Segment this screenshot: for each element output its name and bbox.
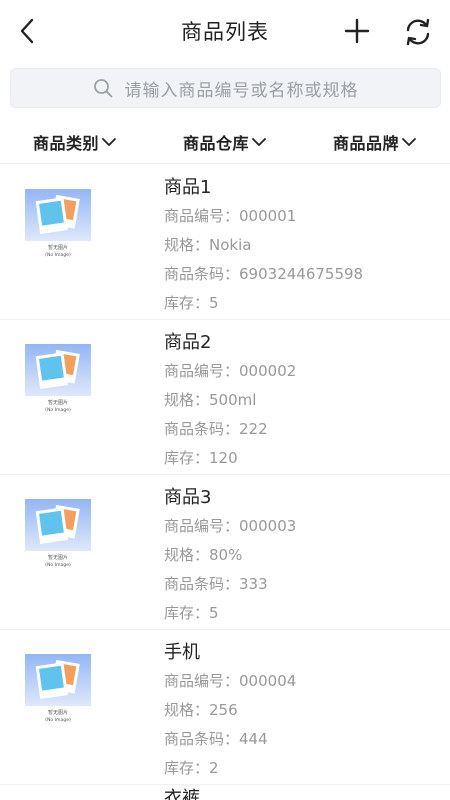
product-barcode-row: 商品条码：6903244675598 [164, 260, 363, 289]
product-stock: 5 [209, 294, 219, 312]
product-stock-row: 库存：5 [164, 289, 363, 318]
field-label: 商品编号： [164, 362, 240, 380]
filter-label: 商品仓库 [182, 134, 249, 153]
filter-category[interactable]: 商品类别 [0, 122, 150, 162]
product-barcode: 333 [239, 575, 268, 593]
no-image-label-cn: 暂无图片 [48, 709, 68, 716]
no-image-label-en: (No Image) [45, 562, 71, 568]
product-name: 商品2 [164, 332, 212, 353]
chevron-down-icon [402, 138, 416, 146]
chevron-down-icon [102, 138, 116, 146]
field-label: 规格： [164, 701, 210, 719]
field-label: 商品编号： [164, 207, 240, 225]
add-button[interactable] [340, 14, 374, 48]
no-image-label-cn: 暂无图片 [48, 244, 68, 251]
product-stock-row: 库存：5 [164, 599, 296, 628]
search-icon [93, 79, 112, 98]
product-list: 暂无图片 (No Image) 商品1 商品编号：000001 规格：Nokia… [0, 165, 450, 785]
field-label: 商品条码： [164, 265, 240, 283]
field-label: 库存： [164, 604, 210, 622]
product-code-row: 商品编号：000003 [164, 512, 296, 541]
no-image-placeholder-icon: 暂无图片 (No Image) [25, 189, 91, 258]
field-label: 商品条码： [164, 575, 240, 593]
product-code-row: 商品编号：000004 [164, 667, 296, 696]
product-spec: Nokia [209, 236, 252, 254]
field-label: 商品条码： [164, 730, 240, 748]
field-label: 商品编号： [164, 517, 240, 535]
no-image-label-cn: 暂无图片 [48, 399, 68, 406]
field-label: 库存： [164, 449, 210, 467]
field-label: 库存： [164, 759, 210, 777]
product-code: 000003 [239, 517, 297, 535]
product-stock-row: 库存：120 [164, 444, 296, 473]
next-item-name-partial: 衣裤 [164, 788, 200, 800]
no-image-placeholder-icon: 暂无图片 (No Image) [25, 344, 91, 413]
field-label: 规格： [164, 546, 210, 564]
product-list-item[interactable]: 暂无图片 (No Image) 商品3 商品编号：000003 规格：80% 商… [0, 475, 450, 630]
product-barcode: 444 [239, 730, 268, 748]
product-stock: 120 [209, 449, 238, 467]
field-label: 规格： [164, 236, 210, 254]
product-barcode-row: 商品条码：222 [164, 415, 296, 444]
product-code: 000001 [239, 207, 297, 225]
product-spec: 80% [209, 546, 243, 564]
product-spec: 500ml [209, 391, 257, 409]
filter-label: 商品类别 [32, 134, 99, 153]
filter-label: 商品品牌 [332, 134, 399, 153]
refresh-icon [406, 18, 430, 46]
header-bar: 商品列表 [0, 0, 450, 62]
filter-warehouse[interactable]: 商品仓库 [150, 122, 300, 162]
product-name: 商品3 [164, 487, 212, 508]
product-spec-row: 规格：Nokia [164, 231, 363, 260]
product-name: 手机 [164, 642, 200, 663]
product-info: 商品3 商品编号：000003 规格：80% 商品条码：333 库存：5 [164, 483, 296, 628]
field-label: 规格： [164, 391, 210, 409]
page-title: 商品列表 [181, 20, 269, 44]
product-list-item[interactable]: 暂无图片 (No Image) 商品1 商品编号：000001 规格：Nokia… [0, 165, 450, 320]
product-stock: 2 [209, 759, 219, 777]
product-info: 商品2 商品编号：000002 规格：500ml 商品条码：222 库存：120 [164, 328, 296, 473]
product-code: 000002 [239, 362, 297, 380]
product-stock: 5 [209, 604, 219, 622]
field-label: 商品条码： [164, 420, 240, 438]
filter-brand[interactable]: 商品品牌 [300, 122, 450, 162]
product-list-item[interactable]: 暂无图片 (No Image) 手机 商品编号：000004 规格：256 商品… [0, 630, 450, 785]
product-code-row: 商品编号：000002 [164, 357, 296, 386]
no-image-placeholder-icon: 暂无图片 (No Image) [25, 654, 91, 723]
field-label: 商品编号： [164, 672, 240, 690]
search-input[interactable]: 请输入商品编号或名称或规格 [10, 68, 441, 108]
no-image-label-en: (No Image) [45, 252, 71, 258]
product-spec-row: 规格：80% [164, 541, 296, 570]
product-name: 商品1 [164, 177, 212, 198]
no-image-label-cn: 暂无图片 [48, 554, 68, 561]
product-spec-row: 规格：256 [164, 696, 296, 725]
app-screen: 商品列表 请输入商品编号或名称或规格 商品类别 商品仓库 商品品牌 暂无图片 (… [0, 0, 450, 800]
product-list-item[interactable]: 暂无图片 (No Image) 商品2 商品编号：000002 规格：500ml… [0, 320, 450, 475]
field-label: 库存： [164, 294, 210, 312]
refresh-button[interactable] [400, 14, 436, 50]
product-barcode-row: 商品条码：444 [164, 725, 296, 754]
no-image-label-en: (No Image) [45, 717, 71, 723]
product-spec: 256 [209, 701, 238, 719]
no-image-label-en: (No Image) [45, 407, 71, 413]
product-barcode-row: 商品条码：333 [164, 570, 296, 599]
product-code-row: 商品编号：000001 [164, 202, 363, 231]
no-image-placeholder-icon: 暂无图片 (No Image) [25, 499, 91, 568]
product-barcode: 222 [239, 420, 268, 438]
product-info: 手机 商品编号：000004 规格：256 商品条码：444 库存：2 [164, 638, 296, 783]
product-stock-row: 库存：2 [164, 754, 296, 783]
divider [0, 163, 450, 164]
filter-bar: 商品类别 商品仓库 商品品牌 [0, 122, 450, 162]
product-info: 商品1 商品编号：000001 规格：Nokia 商品条码：6903244675… [164, 173, 363, 318]
chevron-down-icon [252, 138, 266, 146]
product-spec-row: 规格：500ml [164, 386, 296, 415]
product-code: 000004 [239, 672, 297, 690]
product-barcode: 6903244675598 [239, 265, 364, 283]
search-placeholder: 请输入商品编号或名称或规格 [124, 80, 359, 101]
plus-icon [344, 18, 370, 44]
